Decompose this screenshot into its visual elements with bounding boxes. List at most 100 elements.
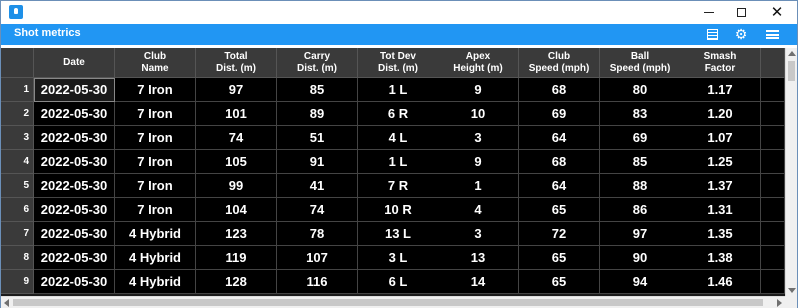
table-cell[interactable]: 94 [600,270,681,294]
table-cell[interactable]: 2022-05-30 [34,78,115,102]
table-cell[interactable]: 97 [196,78,277,102]
scroll-down-icon[interactable] [788,288,796,293]
table-cell[interactable]: 1.46 [680,270,761,294]
table-cell[interactable]: 2022-05-30 [34,222,115,246]
table-cell[interactable]: 88 [600,174,681,198]
table-cell[interactable]: 80 [600,78,681,102]
table-cell[interactable]: 14 [438,270,519,294]
table-cell[interactable]: 119 [196,246,277,270]
table-cell[interactable]: 4 Hybrid [115,270,196,294]
table-cell[interactable]: 74 [277,198,358,222]
table-cell[interactable]: 2022-05-30 [34,126,115,150]
column-header[interactable]: Tot Dev Dist. (m) [358,48,439,78]
table-cell[interactable]: 65 [519,270,600,294]
table-cell[interactable]: 1.25 [680,150,761,174]
table-cell[interactable]: 7 Iron [115,198,196,222]
table-cell[interactable]: 69 [519,102,600,126]
column-header[interactable]: Club Speed (mph) [519,48,600,78]
shot-metrics-grid[interactable]: Date Club Name Total Dist. (m) Carry Dist. … [1,48,797,296]
table-cell[interactable]: 13 L [358,222,439,246]
table-cell[interactable]: 101 [196,102,277,126]
table-cell[interactable]: 4 Hybrid [115,222,196,246]
table-cell[interactable]: 104 [196,198,277,222]
table-cell[interactable]: 1 [438,174,519,198]
table-cell[interactable]: 65 [519,246,600,270]
table-cell[interactable]: 64 [519,126,600,150]
table-cell[interactable]: 1.31 [680,198,761,222]
row-header[interactable]: 3 [1,126,34,150]
table-cell[interactable]: 7 R [358,174,439,198]
table-cell[interactable]: 1.07 [680,126,761,150]
table-cell[interactable]: 1.20 [680,102,761,126]
minimize-button[interactable] [694,1,724,24]
table-cell[interactable]: 1 L [358,78,439,102]
column-header[interactable]: Smash Factor [680,48,761,78]
table-cell[interactable]: 107 [277,246,358,270]
row-header[interactable]: 6 [1,198,34,222]
table-cell[interactable]: 7 Iron [115,174,196,198]
table-cell[interactable]: 2022-05-30 [34,246,115,270]
table-cell[interactable]: 74 [196,126,277,150]
row-header[interactable]: 8 [1,246,34,270]
table-cell[interactable]: 116 [277,270,358,294]
table-cell[interactable]: 105 [196,150,277,174]
table-cell[interactable]: 2022-05-30 [34,270,115,294]
table-cell[interactable]: 2022-05-30 [34,174,115,198]
table-cell[interactable]: 99 [196,174,277,198]
table-cell[interactable]: 51 [277,126,358,150]
table-cell[interactable]: 10 [438,102,519,126]
table-cell[interactable]: 1.37 [680,174,761,198]
table-cell[interactable]: 4 [438,198,519,222]
table-cell[interactable]: 72 [519,222,600,246]
table-cell[interactable]: 2022-05-30 [34,150,115,174]
table-cell[interactable]: 41 [277,174,358,198]
table-cell[interactable]: 65 [519,198,600,222]
maximize-button[interactable] [726,1,756,24]
table-cell[interactable]: 2022-05-30 [34,198,115,222]
table-cell[interactable]: 9 [438,78,519,102]
table-cell[interactable]: 13 [438,246,519,270]
row-header[interactable]: 2 [1,102,34,126]
row-header[interactable]: 7 [1,222,34,246]
scroll-left-icon[interactable] [4,299,9,307]
horizontal-scroll-thumb[interactable] [13,299,763,306]
close-button[interactable]: ✕ [762,1,792,24]
table-cell[interactable]: 69 [600,126,681,150]
column-header[interactable]: Club Name [115,48,196,78]
column-header[interactable]: Total Dist. (m) [196,48,277,78]
table-cell[interactable]: 91 [277,150,358,174]
row-header[interactable]: 1 [1,78,34,102]
table-cell[interactable]: 7 Iron [115,78,196,102]
column-header[interactable]: Ball Speed (mph) [600,48,681,78]
table-cell[interactable]: 83 [600,102,681,126]
table-cell[interactable]: 1.35 [680,222,761,246]
table-cell[interactable]: 6 R [358,102,439,126]
table-cell[interactable]: 86 [600,198,681,222]
table-cell[interactable]: 10 R [358,198,439,222]
table-cell[interactable]: 1 L [358,150,439,174]
table-cell[interactable]: 9 [438,150,519,174]
table-cell[interactable]: 7 Iron [115,150,196,174]
table-cell[interactable]: 7 Iron [115,126,196,150]
vertical-scrollbar[interactable] [785,48,797,296]
table-cell[interactable]: 2022-05-30 [34,102,115,126]
row-header[interactable]: 9 [1,270,34,294]
table-cell[interactable]: 123 [196,222,277,246]
table-cell[interactable]: 1.17 [680,78,761,102]
table-cell[interactable]: 3 [438,222,519,246]
column-header[interactable]: Apex Height (m) [438,48,519,78]
table-cell[interactable]: 89 [277,102,358,126]
table-cell[interactable]: 4 Hybrid [115,246,196,270]
table-cell[interactable]: 1.38 [680,246,761,270]
table-cell[interactable]: 85 [277,78,358,102]
scroll-up-icon[interactable] [788,51,796,56]
table-cell[interactable]: 90 [600,246,681,270]
vertical-scroll-thumb[interactable] [788,61,795,81]
menu-button[interactable] [763,26,781,43]
column-header[interactable]: Carry Dist. (m) [277,48,358,78]
table-cell[interactable]: 97 [600,222,681,246]
table-cell[interactable]: 3 L [358,246,439,270]
scroll-right-icon[interactable] [777,299,782,307]
settings-button[interactable]: ⚙ [732,26,750,43]
row-header[interactable]: 4 [1,150,34,174]
